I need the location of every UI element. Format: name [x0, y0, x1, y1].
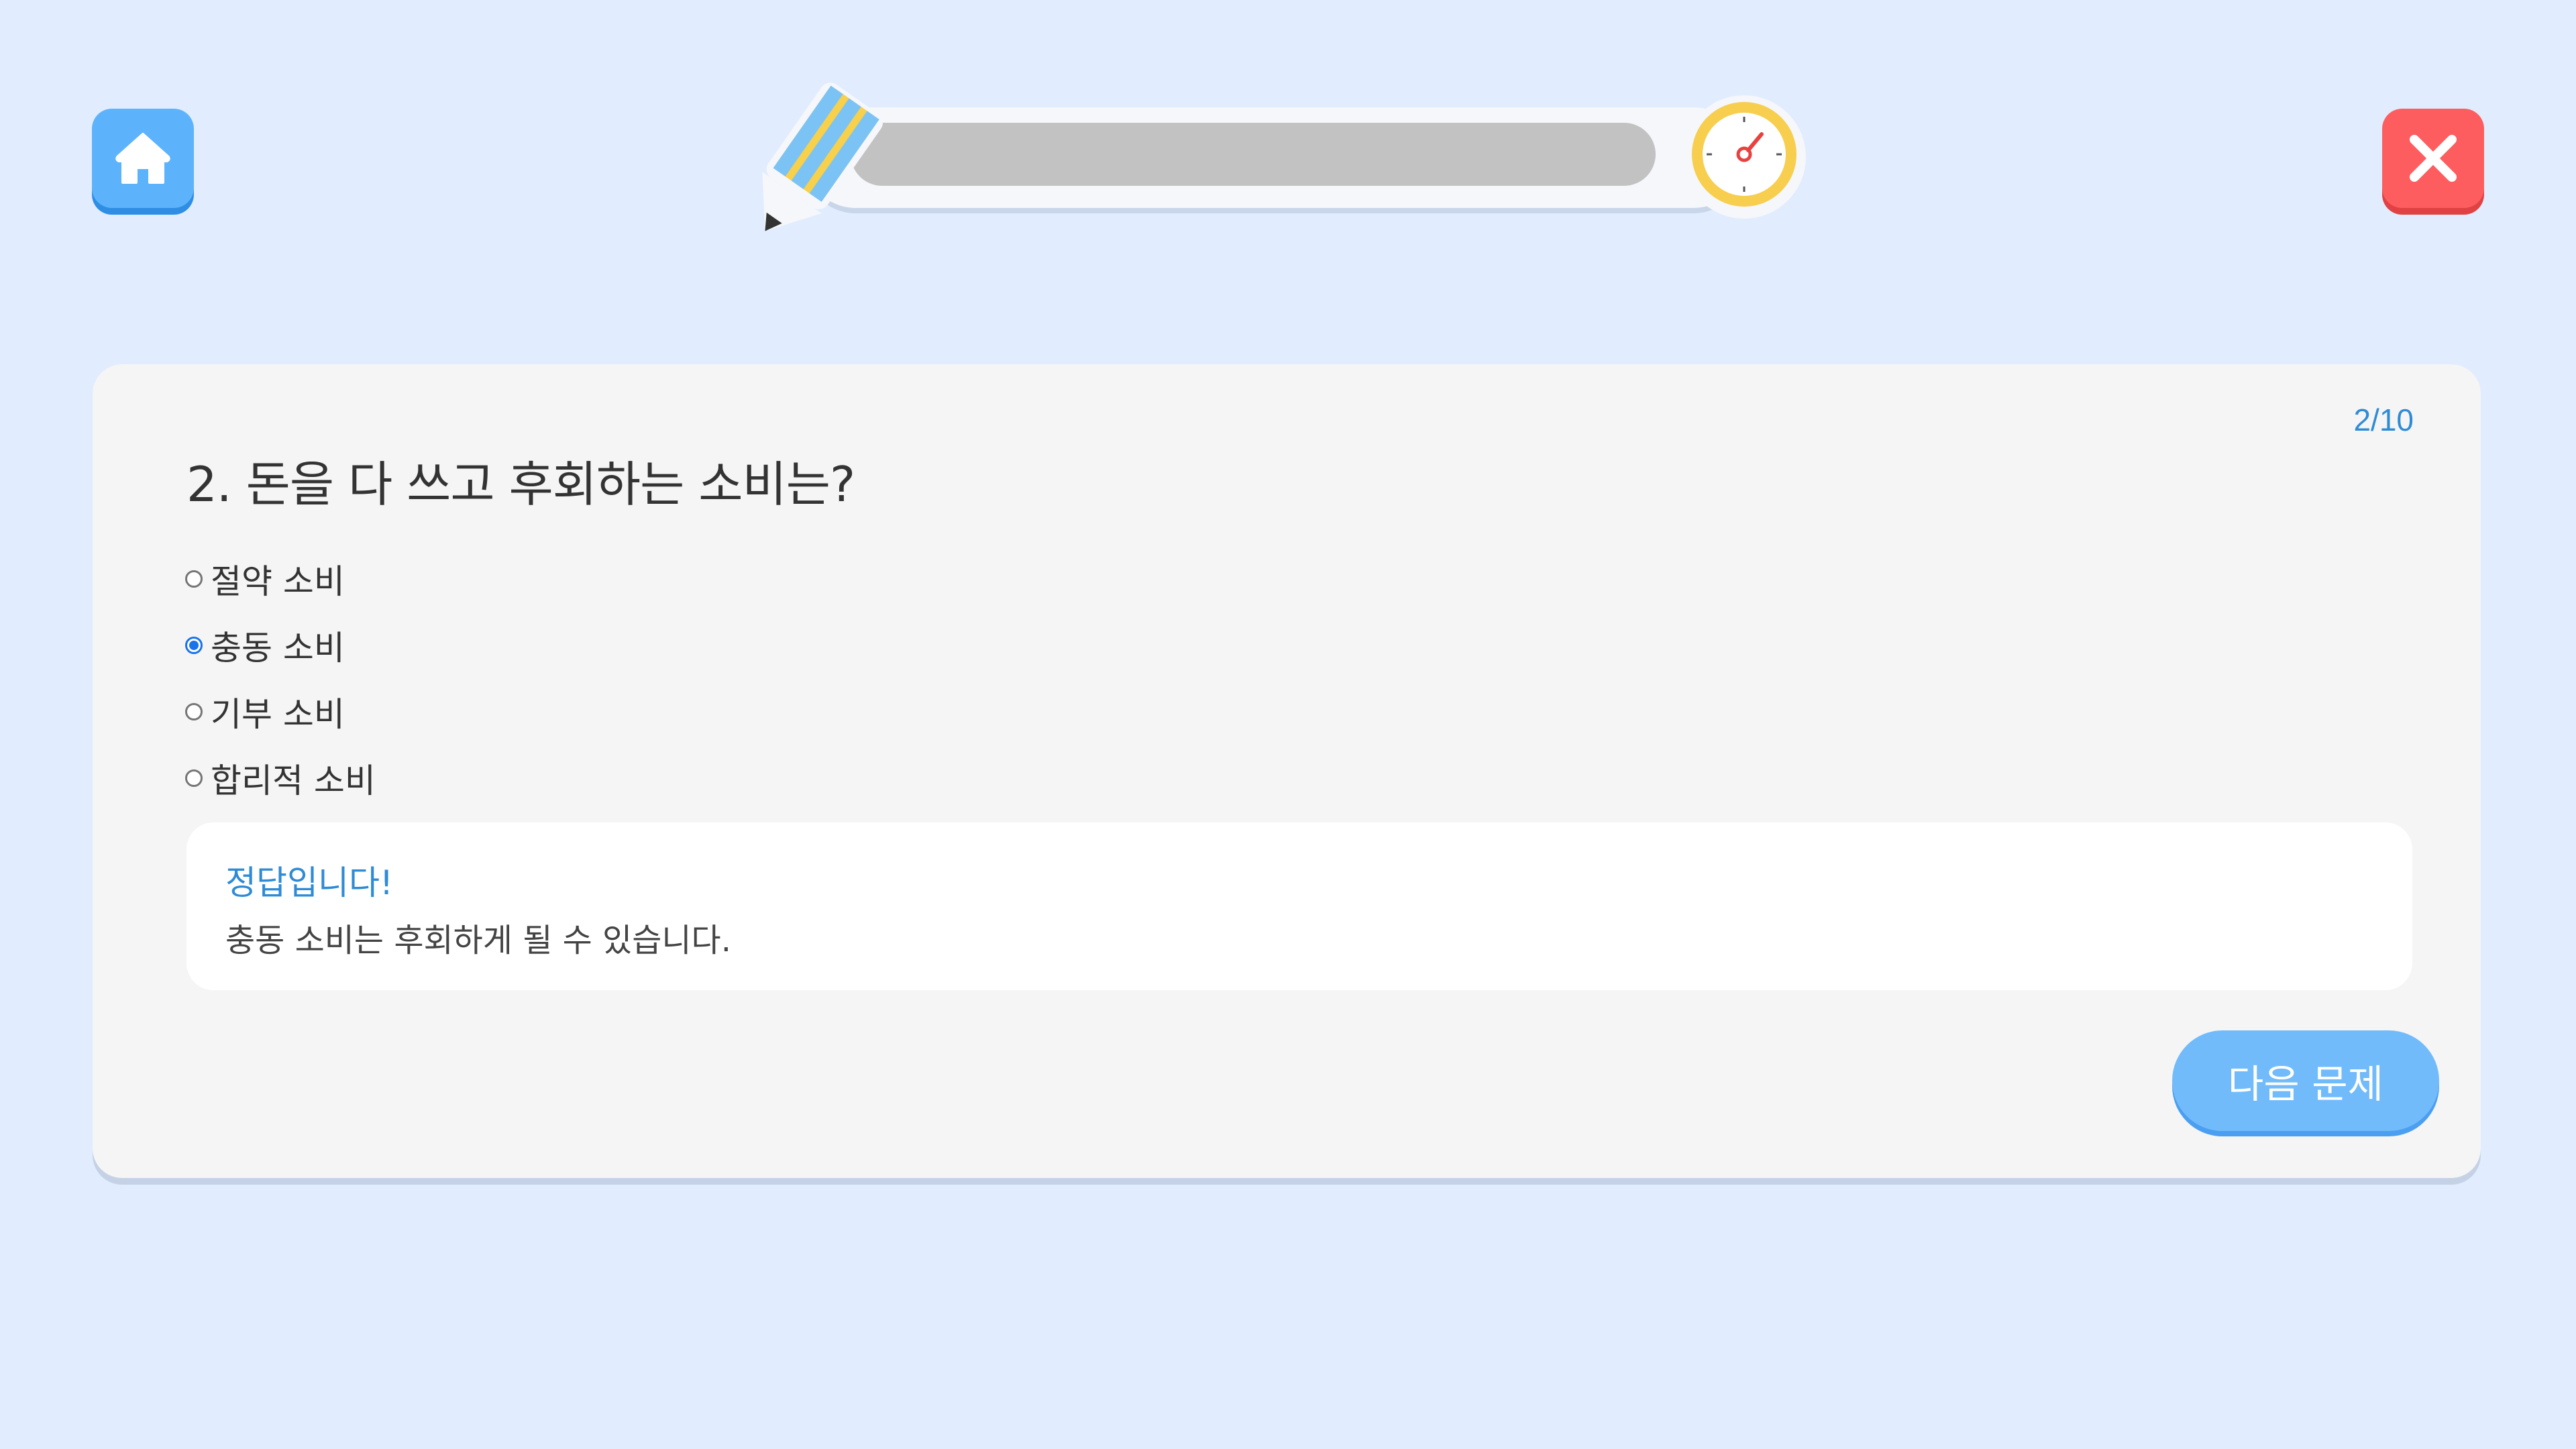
home-icon [115, 133, 170, 184]
answer-option-label: 합리적 소비 [211, 761, 376, 800]
answer-option-label: 충동 소비 [211, 628, 345, 667]
answer-options: 절약 소비 충동 소비 기부 소비 합리적 소비 [185, 545, 376, 811]
answer-option-label: 절약 소비 [211, 561, 345, 601]
answer-option-2[interactable]: 충동 소비 [185, 612, 376, 678]
stopwatch-icon [1682, 95, 1806, 219]
next-question-button[interactable]: 다음 문제 [2172, 1030, 2439, 1131]
quiz-card: 2/10 2. 돈을 다 쓰고 후회하는 소비는? 절약 소비 충동 소비 기부… [93, 364, 2481, 1178]
radio-button[interactable] [185, 769, 203, 787]
feedback-title: 정답입니다! [225, 863, 394, 902]
answer-option-1[interactable]: 절약 소비 [185, 545, 376, 612]
question-text: 2. 돈을 다 쓰고 후회하는 소비는? [186, 456, 855, 513]
answer-option-4[interactable]: 합리적 소비 [185, 745, 376, 811]
home-button[interactable] [92, 109, 194, 208]
question-counter: 2/10 [2353, 402, 2414, 437]
radio-button[interactable] [185, 570, 203, 588]
feedback-text: 충동 소비는 후회하게 될 수 있습니다. [225, 922, 731, 959]
close-button[interactable] [2382, 109, 2484, 208]
radio-button-selected[interactable] [185, 636, 203, 654]
close-icon [2410, 135, 2457, 182]
answer-option-3[interactable]: 기부 소비 [185, 678, 376, 745]
radio-button[interactable] [185, 702, 203, 720]
answer-option-label: 기부 소비 [211, 694, 345, 734]
pencil-icon [762, 83, 883, 231]
feedback-box: 정답입니다! 충동 소비는 후회하게 될 수 있습니다. [186, 822, 2412, 990]
timer-progress-bar [851, 123, 1656, 186]
